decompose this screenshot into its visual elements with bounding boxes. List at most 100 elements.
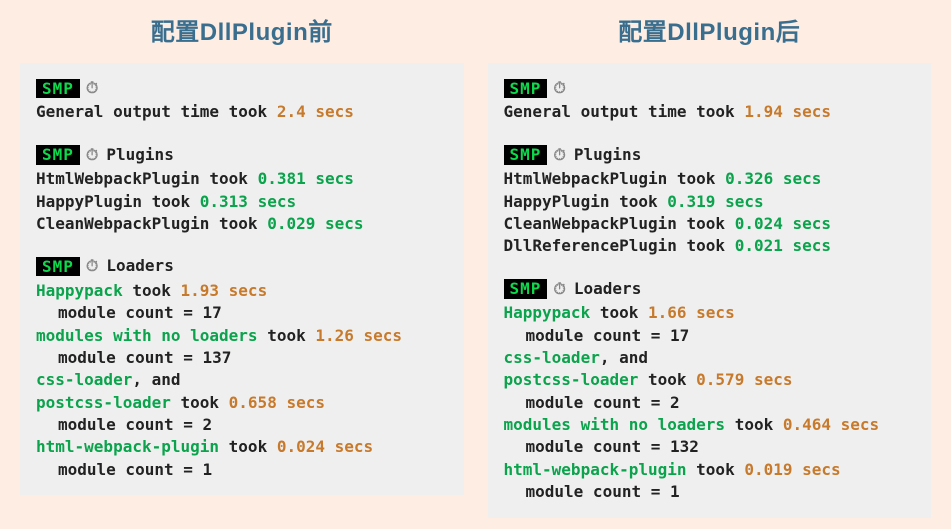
section-label: Plugins (106, 144, 173, 166)
loader-time: 1.26 secs (315, 326, 402, 345)
loader-name: Happypack (504, 303, 591, 322)
loader-name: Happypack (36, 281, 123, 300)
loader-line: Happypack took 1.93 secs (36, 280, 448, 302)
section-label: Loaders (106, 255, 173, 277)
plugin-name: DllReferencePlugin (504, 236, 677, 255)
took-label: took (677, 236, 735, 255)
plugin-line: HappyPlugin took 0.319 secs (504, 191, 916, 213)
took-label: took (219, 437, 277, 456)
module-count-line: module count = 1 (36, 459, 448, 481)
plugin-name: HtmlWebpackPlugin (36, 169, 200, 188)
smp-badge: SMP (504, 79, 548, 98)
module-label: module count = (58, 415, 203, 434)
general-time: 1.94 secs (744, 102, 831, 121)
loader-suffix: , and (600, 348, 648, 367)
loader-line: postcss-loader took 0.658 secs (36, 392, 448, 414)
loader-time: 1.93 secs (181, 281, 268, 300)
stopwatch-icon: ⏱ (553, 144, 565, 166)
took-label: took (609, 192, 667, 211)
loader-name: postcss-loader (36, 393, 171, 412)
plugin-time: 0.021 secs (735, 236, 831, 255)
right-title: 配置DllPlugin后 (618, 12, 800, 47)
module-count: 17 (203, 303, 222, 322)
loader-name: modules with no loaders (504, 415, 726, 434)
loader-line: postcss-loader took 0.579 secs (504, 369, 916, 391)
plugin-name: CleanWebpackPlugin (36, 214, 209, 233)
plugin-line: HtmlWebpackPlugin took 0.326 secs (504, 168, 916, 190)
module-count: 17 (670, 326, 689, 345)
loader-line: html-webpack-plugin took 0.024 secs (36, 436, 448, 458)
smp-header: SMP ⏱ Plugins (36, 144, 448, 166)
module-label: module count = (526, 437, 671, 456)
module-count-line: module count = 137 (36, 347, 448, 369)
loader-time: 1.66 secs (648, 303, 735, 322)
smp-badge: SMP (36, 79, 80, 98)
left-column: 配置DllPlugin前 SMP ⏱ General output time t… (20, 12, 464, 509)
module-count: 1 (670, 482, 680, 501)
smp-badge: SMP (504, 145, 548, 164)
loader-time: 0.579 secs (696, 370, 792, 389)
took-label: took (687, 460, 745, 479)
loader-line: css-loader, and (36, 369, 448, 391)
loader-name: modules with no loaders (36, 326, 258, 345)
took-label: took (123, 281, 181, 300)
stopwatch-icon: ⏱ (553, 77, 565, 99)
loader-time: 0.019 secs (744, 460, 840, 479)
module-label: module count = (58, 460, 203, 479)
module-count-line: module count = 132 (504, 436, 916, 458)
smp-header: SMP ⏱ Loaders (504, 278, 916, 300)
took-label: took (667, 169, 725, 188)
took-label: took (142, 192, 200, 211)
module-count-line: module count = 17 (504, 325, 916, 347)
plugin-time: 0.381 secs (258, 169, 354, 188)
plugin-line: CleanWebpackPlugin took 0.029 secs (36, 213, 448, 235)
loader-time: 0.658 secs (229, 393, 325, 412)
right-terminal: SMP ⏱ General output time took 1.94 secs… (488, 63, 932, 518)
loader-line: modules with no loaders took 1.26 secs (36, 325, 448, 347)
module-count: 2 (670, 393, 680, 412)
plugin-line: DllReferencePlugin took 0.021 secs (504, 235, 916, 257)
right-column: 配置DllPlugin后 SMP ⏱ General output time t… (488, 12, 932, 509)
general-prefix: General output time took (504, 102, 745, 121)
plugin-time: 0.029 secs (267, 214, 363, 233)
module-count-line: module count = 2 (36, 414, 448, 436)
module-label: module count = (526, 326, 671, 345)
stopwatch-icon: ⏱ (86, 255, 98, 277)
plugin-time: 0.319 secs (667, 192, 763, 211)
loader-line: css-loader, and (504, 347, 916, 369)
stopwatch-icon: ⏱ (86, 77, 98, 99)
smp-header: SMP ⏱ Plugins (504, 144, 916, 166)
took-label: took (171, 393, 229, 412)
loader-name: postcss-loader (504, 370, 639, 389)
section-label: Plugins (574, 144, 641, 166)
plugin-name: HappyPlugin (504, 192, 610, 211)
stopwatch-icon: ⏱ (86, 144, 98, 166)
plugin-time: 0.024 secs (735, 214, 831, 233)
loader-line: html-webpack-plugin took 0.019 secs (504, 459, 916, 481)
general-line: General output time took 2.4 secs (36, 101, 448, 123)
general-line: General output time took 1.94 secs (504, 101, 916, 123)
module-count-line: module count = 1 (504, 481, 916, 503)
plugin-name: HtmlWebpackPlugin (504, 169, 668, 188)
stopwatch-icon: ⏱ (553, 278, 565, 300)
loader-time: 0.024 secs (277, 437, 373, 456)
plugin-name: HappyPlugin (36, 192, 142, 211)
plugin-name: CleanWebpackPlugin (504, 214, 677, 233)
smp-badge: SMP (504, 279, 548, 298)
loader-name: css-loader (36, 370, 132, 389)
plugin-line: HappyPlugin took 0.313 secs (36, 191, 448, 213)
module-count: 2 (203, 415, 213, 434)
module-count-line: module count = 2 (504, 392, 916, 414)
plugin-time: 0.313 secs (200, 192, 296, 211)
module-count: 137 (203, 348, 232, 367)
left-title: 配置DllPlugin前 (151, 12, 333, 47)
loader-name: html-webpack-plugin (504, 460, 687, 479)
module-label: module count = (58, 303, 203, 322)
smp-badge: SMP (36, 145, 80, 164)
module-label: module count = (526, 482, 671, 501)
took-label: took (725, 415, 783, 434)
loader-line: Happypack took 1.66 secs (504, 302, 916, 324)
took-label: took (590, 303, 648, 322)
smp-badge: SMP (36, 257, 80, 276)
loader-name: html-webpack-plugin (36, 437, 219, 456)
